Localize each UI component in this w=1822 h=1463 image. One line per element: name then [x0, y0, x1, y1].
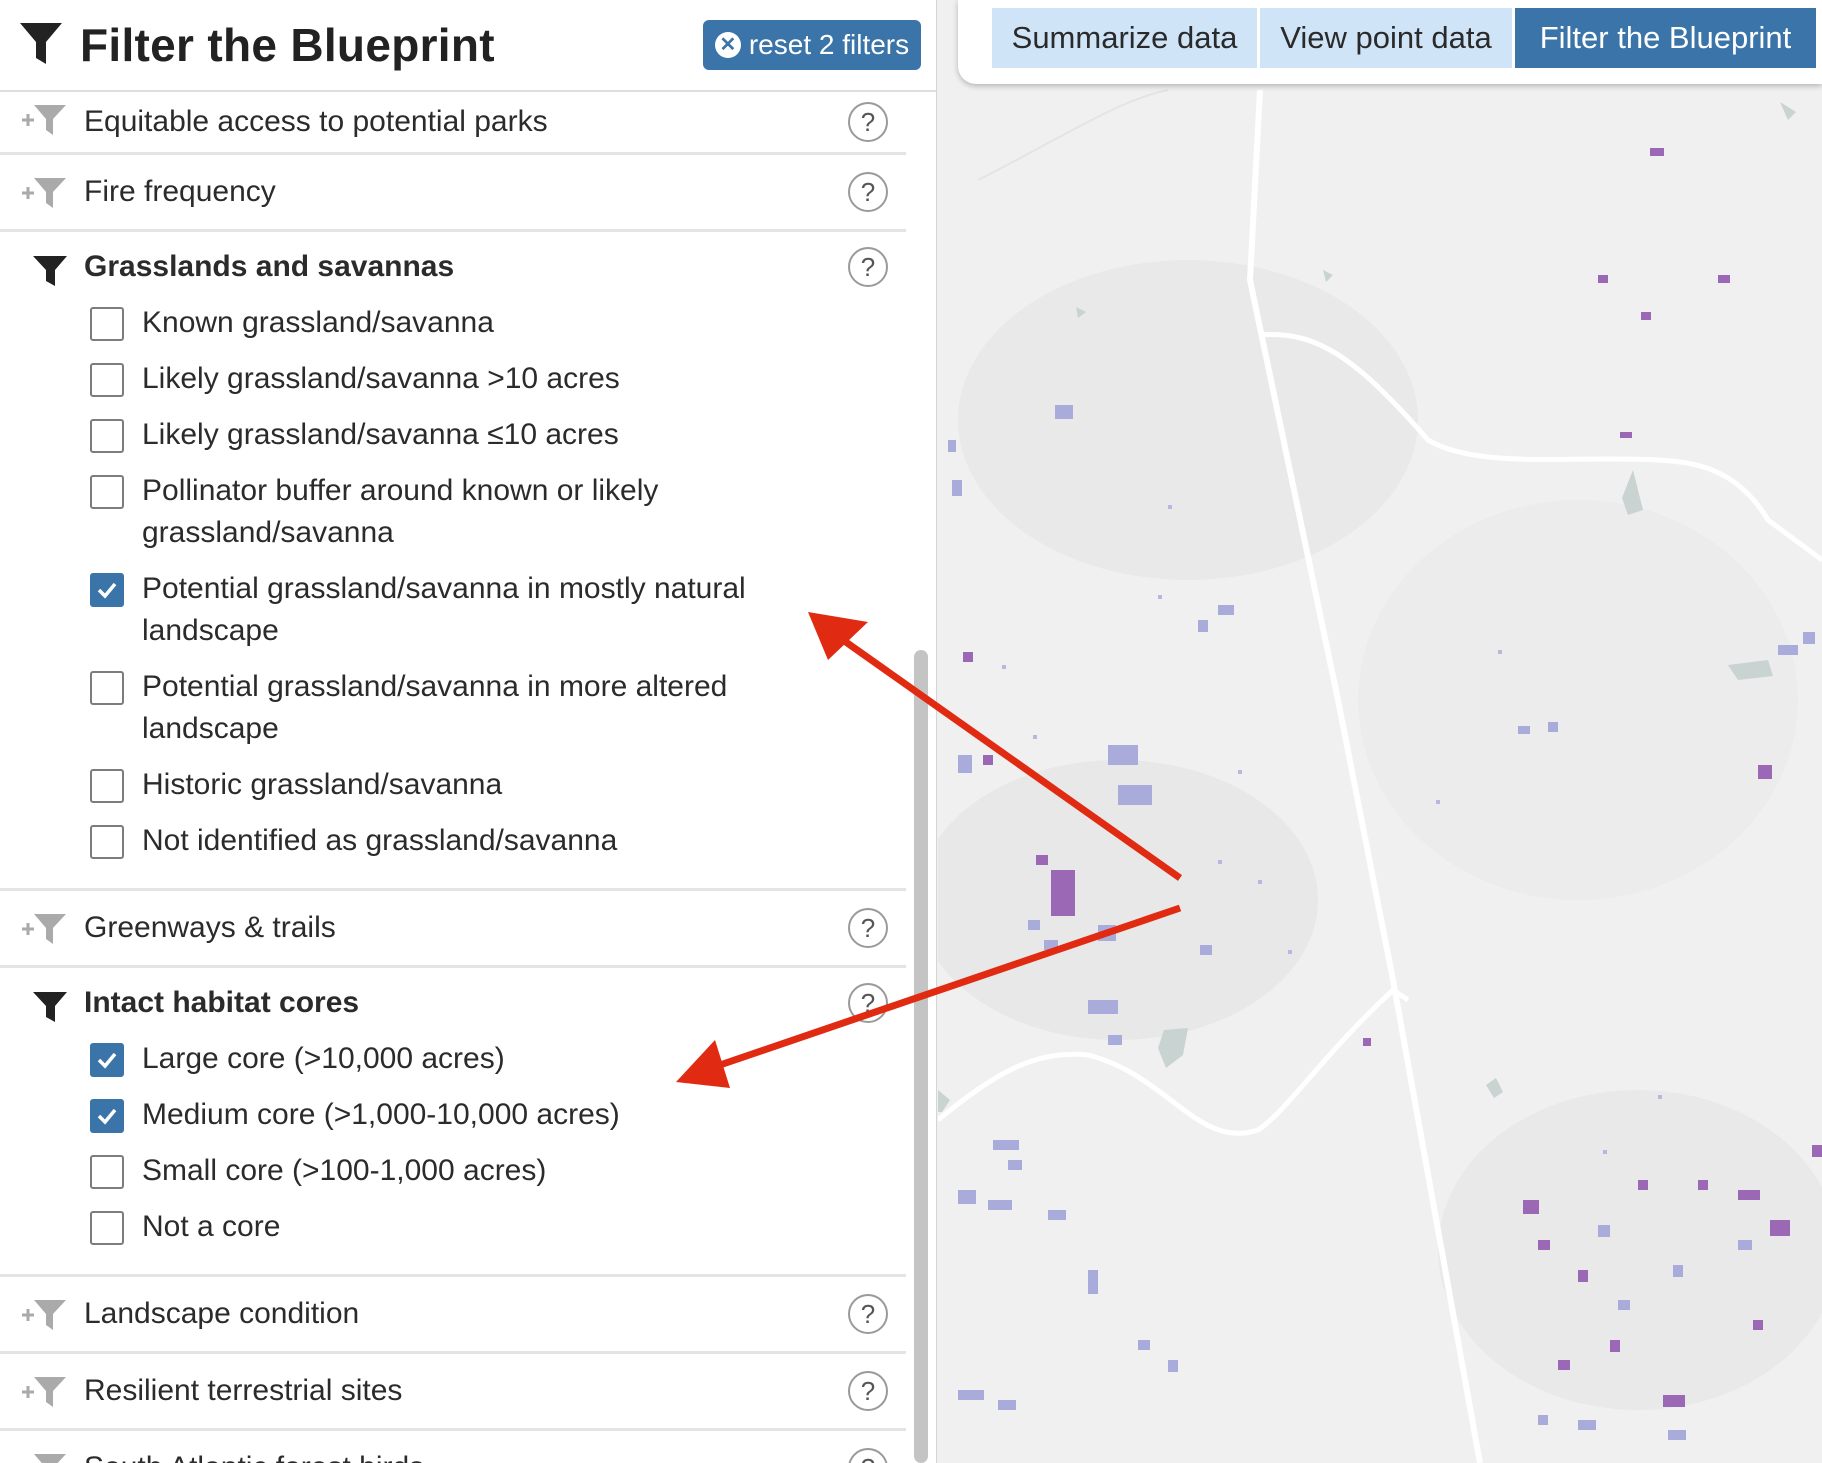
checkbox[interactable] — [90, 825, 124, 859]
checkbox[interactable] — [90, 307, 124, 341]
option-row[interactable]: Medium core (>1,000-10,000 acres) — [0, 1094, 906, 1136]
grassland-options: Known grassland/savanna Likely grassland/… — [0, 302, 906, 862]
option-row[interactable]: Small core (>100-1,000 acres) — [0, 1150, 906, 1192]
option-label: Large core (>10,000 acres) — [142, 1042, 505, 1075]
filter-row-equitable-access[interactable]: Equitable access to potential parks ? — [0, 92, 906, 155]
filter-active-icon — [33, 256, 67, 286]
map-view[interactable] — [938, 0, 1822, 1463]
option-label: Likely grassland/savanna ≤10 acres — [142, 418, 619, 451]
option-label: Not identified as grassland/savanna — [142, 824, 618, 857]
filter-row-greenways[interactable]: Greenways & trails ? — [0, 891, 906, 968]
help-icon[interactable]: ? — [848, 908, 888, 948]
filter-section-intact-cores: Intact habitat cores ? Large core (>10,0… — [0, 968, 906, 1277]
reset-filters-button[interactable]: ✕ reset 2 filters — [703, 20, 921, 70]
option-row[interactable]: Historic grassland/savanna — [0, 764, 906, 806]
tab-summarize-data[interactable]: Summarize data — [992, 8, 1257, 68]
add-filter-icon — [34, 1454, 66, 1463]
filter-row-grasslands[interactable]: Grasslands and savannas ? — [0, 232, 906, 302]
filter-row-resilient-sites[interactable]: Resilient terrestrial sites ? — [0, 1354, 906, 1431]
checkbox[interactable] — [90, 1211, 124, 1245]
option-row[interactable]: Not a core — [0, 1206, 906, 1248]
mode-tab-bar: Summarize data View point data Filter th… — [958, 0, 1822, 84]
option-label: Likely grassland/savanna >10 acres — [142, 362, 620, 395]
tab-filter-blueprint[interactable]: Filter the Blueprint — [1515, 8, 1816, 68]
checkbox[interactable] — [90, 363, 124, 397]
filter-row-fire-frequency[interactable]: Fire frequency ? — [0, 155, 906, 232]
option-label: Known grassland/savanna — [142, 306, 494, 339]
help-icon[interactable]: ? — [848, 1448, 888, 1463]
close-circle-icon: ✕ — [714, 32, 741, 58]
option-row[interactable]: Likely grassland/savanna >10 acres — [0, 358, 906, 400]
option-row[interactable]: Known grassland/savanna — [0, 302, 906, 344]
checkmark-icon — [97, 582, 117, 599]
map-canvas[interactable] — [938, 0, 1822, 1463]
checkbox[interactable] — [90, 475, 124, 509]
option-label: Medium core (>1,000-10,000 acres) — [142, 1098, 620, 1131]
filter-row-landscape-condition[interactable]: Landscape condition ? — [0, 1277, 906, 1354]
option-label: Potential grassland/savanna in more alte… — [142, 670, 728, 745]
option-row[interactable]: Pollinator buffer around known or likely… — [0, 470, 906, 554]
intact-core-options: Large core (>10,000 acres) Medium core (>… — [0, 1038, 906, 1248]
option-label: Small core (>100-1,000 acres) — [142, 1154, 547, 1187]
add-filter-icon — [22, 178, 66, 208]
option-row[interactable]: Large core (>10,000 acres) — [0, 1038, 906, 1080]
checkbox[interactable] — [90, 671, 124, 705]
filter-active-icon — [33, 992, 67, 1022]
filter-sidebar: Filter the Blueprint ✕ reset 2 filters E… — [0, 0, 937, 1463]
option-row[interactable]: Potential grassland/savanna in mostly na… — [0, 568, 906, 652]
filter-label: Fire frequency — [84, 175, 276, 208]
option-row[interactable]: Not identified as grassland/savanna — [0, 820, 906, 862]
option-label: Potential grassland/savanna in mostly na… — [142, 572, 746, 647]
option-row[interactable]: Potential grassland/savanna in more alte… — [0, 666, 906, 750]
add-filter-icon — [22, 914, 66, 944]
filter-label: Greenways & trails — [84, 911, 336, 944]
checkbox-checked[interactable] — [90, 1099, 124, 1133]
filter-label: Landscape condition — [84, 1297, 360, 1330]
filter-label: South Atlantic forest birds — [84, 1451, 424, 1463]
checkbox-checked[interactable] — [90, 573, 124, 607]
checkbox-checked[interactable] — [90, 1043, 124, 1077]
filter-label: Grasslands and savannas — [84, 250, 455, 283]
checkbox[interactable] — [90, 769, 124, 803]
option-label: Historic grassland/savanna — [142, 768, 503, 801]
help-icon[interactable]: ? — [848, 1294, 888, 1334]
add-filter-icon — [22, 105, 66, 135]
checkmark-icon — [97, 1052, 117, 1069]
filter-label: Intact habitat cores — [84, 986, 360, 1019]
checkmark-icon — [97, 1108, 117, 1125]
help-icon[interactable]: ? — [848, 102, 888, 142]
tab-view-point-data[interactable]: View point data — [1260, 8, 1512, 68]
reset-filters-label: reset 2 filters — [748, 29, 910, 60]
page-title: Filter the Blueprint — [80, 19, 495, 71]
filter-label: Equitable access to potential parks — [84, 105, 548, 138]
option-label: Not a core — [142, 1210, 281, 1243]
checkbox[interactable] — [90, 1155, 124, 1189]
filter-row-intact-cores[interactable]: Intact habitat cores ? — [0, 968, 906, 1038]
sidebar-header: Filter the Blueprint ✕ reset 2 filters — [0, 0, 936, 92]
filter-list: Equitable access to potential parks ? Fi… — [0, 92, 906, 1463]
checkbox[interactable] — [90, 419, 124, 453]
help-icon[interactable]: ? — [848, 247, 888, 287]
sidebar-scrollbar[interactable] — [914, 650, 928, 1463]
add-filter-icon — [22, 1300, 66, 1330]
option-row[interactable]: Likely grassland/savanna ≤10 acres — [0, 414, 906, 456]
option-label: Pollinator buffer around known or likely… — [142, 474, 659, 549]
filter-icon — [20, 23, 62, 64]
help-icon[interactable]: ? — [848, 172, 888, 212]
help-icon[interactable]: ? — [848, 983, 888, 1023]
filter-section-grasslands: Grasslands and savannas ? Known grasslan… — [0, 232, 906, 891]
add-filter-icon — [22, 1377, 66, 1407]
help-icon[interactable]: ? — [848, 1371, 888, 1411]
filter-label: Resilient terrestrial sites — [84, 1374, 403, 1407]
filter-row-forest-birds[interactable]: South Atlantic forest birds ? — [0, 1431, 906, 1463]
